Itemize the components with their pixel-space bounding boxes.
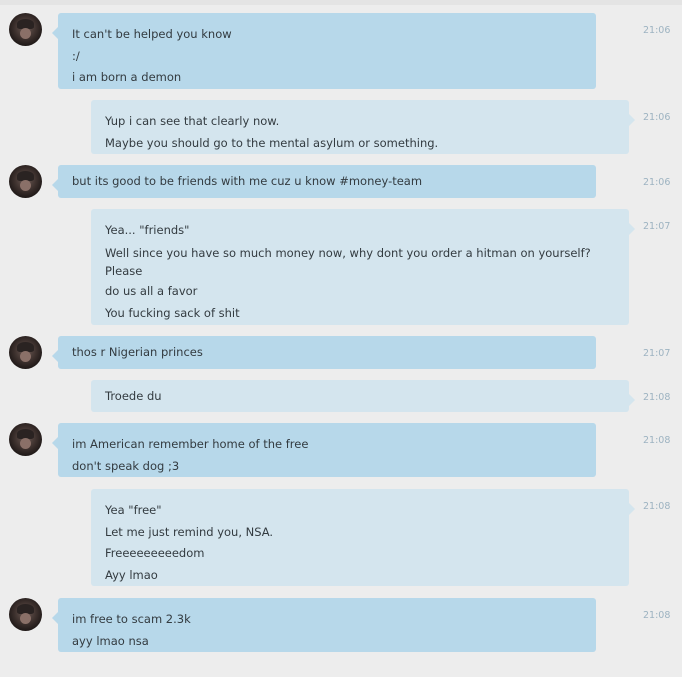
message-timestamp: 21:08 [643, 501, 671, 512]
message-line: Yea... "friends" [105, 223, 190, 237]
outgoing-message-bubble[interactable]: Yup i can see that clearly now. Maybe yo… [91, 100, 635, 154]
message-line: ayy lmao nsa [72, 633, 149, 648]
message-line: but its good to be friends with me cuz u… [72, 174, 423, 188]
message-line: You fucking sack of shit [105, 306, 240, 321]
incoming-message-bubble[interactable]: im American remember home of the free do… [52, 423, 596, 477]
message-timestamp: 21:06 [643, 177, 671, 188]
message-timestamp: 21:07 [643, 221, 671, 232]
message-timestamp: 21:08 [643, 392, 671, 403]
message-timestamp: 21:08 [643, 435, 671, 446]
message-timestamp: 21:07 [643, 348, 671, 359]
message-line: :/ [72, 48, 80, 63]
message-line: don't speak dog ;3 [72, 458, 180, 473]
message-line: im American remember home of the free [72, 437, 309, 451]
message-line: Yea "free" [105, 503, 162, 517]
message-line: do us all a favor [105, 284, 198, 299]
message-line: Let me just remind you, NSA. [105, 524, 274, 539]
message-line: Maybe you should go to the mental asylum… [105, 135, 439, 150]
contact-avatar[interactable] [9, 13, 42, 46]
incoming-message-bubble[interactable]: but its good to be friends with me cuz u… [52, 165, 596, 198]
message-timestamp: 21:06 [643, 112, 671, 123]
outgoing-message-bubble[interactable]: Troede du [91, 380, 635, 412]
message-line: i am born a demon [72, 70, 182, 85]
message-line: im free to scam 2.3k [72, 612, 191, 626]
chat-history[interactable]: It can't be helped you know :/ i am born… [0, 0, 682, 677]
outgoing-message-bubble[interactable]: Yea "free" Let me just remind you, NSA. … [91, 489, 635, 586]
contact-avatar[interactable] [9, 336, 42, 369]
message-line: Freeeeeeeeedom [105, 546, 205, 561]
message-timestamp: 21:06 [643, 25, 671, 36]
message-line: Well since you have so much money now, w… [105, 245, 591, 278]
incoming-message-bubble[interactable]: thos r Nigerian princes [52, 336, 596, 369]
message-line: thos r Nigerian princes [72, 345, 203, 359]
message-line: Yup i can see that clearly now. [105, 114, 280, 128]
message-line: Troede du [105, 389, 162, 403]
incoming-message-bubble[interactable]: im free to scam 2.3k ayy lmao nsa [52, 598, 596, 652]
incoming-message-bubble[interactable]: It can't be helped you know :/ i am born… [52, 13, 596, 89]
contact-avatar[interactable] [9, 165, 42, 198]
contact-avatar[interactable] [9, 423, 42, 456]
message-line: It can't be helped you know [72, 27, 232, 41]
contact-avatar[interactable] [9, 598, 42, 631]
message-line: Ayy lmao [105, 568, 158, 583]
message-timestamp: 21:08 [643, 610, 671, 621]
outgoing-message-bubble[interactable]: Yea... "friends" Well since you have so … [91, 209, 635, 325]
